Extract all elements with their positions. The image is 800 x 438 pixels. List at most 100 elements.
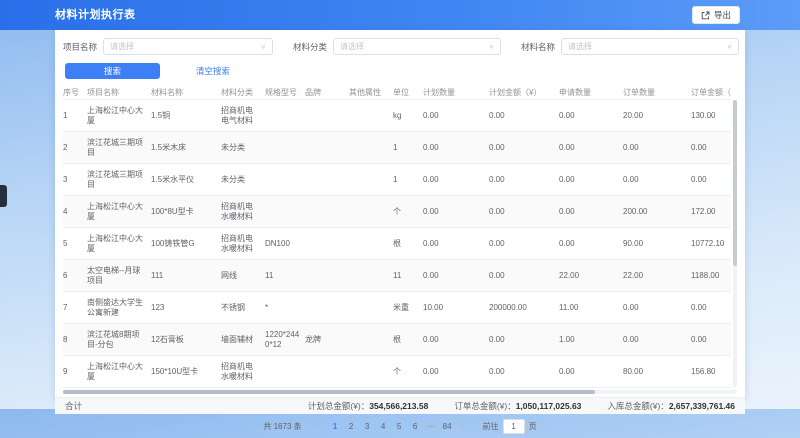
top-bar: 材料计划执行表 导出 xyxy=(0,0,800,30)
table-cell: 上海松江中心大厦 xyxy=(87,356,151,388)
table-cell: 22.00 xyxy=(623,260,691,292)
table-row[interactable]: 5上海松江中心大厦100铸铁管G招商机电 水暖材料DN100根0.000.000… xyxy=(63,228,731,260)
material-plan-table: 序号项目名称材料名称材料分类规格型号品牌其他属性单位计划数量计划金额（¥）申请数… xyxy=(63,85,731,388)
horizontal-scrollbar-thumb[interactable] xyxy=(63,390,595,394)
table-cell: 200.00 xyxy=(623,196,691,228)
table-cell: 111 xyxy=(151,260,221,292)
column-header: 材料分类 xyxy=(221,85,265,100)
table-cell xyxy=(265,196,305,228)
page-ellipsis: ••• xyxy=(425,422,438,431)
column-header: 材料名称 xyxy=(151,85,221,100)
table-cell: 1.5铜 xyxy=(151,100,221,132)
table-cell: 0.00 xyxy=(489,164,559,196)
table-cell xyxy=(349,260,393,292)
table-cell: 0.00 xyxy=(691,324,731,356)
table-cell: 0.00 xyxy=(489,100,559,132)
table-cell: 0.00 xyxy=(559,196,623,228)
table-cell xyxy=(305,100,349,132)
material-name-select[interactable]: 请选择 ∨ xyxy=(561,38,739,55)
summary-row: 合计 计划总金额(¥)：354,566,213.58 订单总金额(¥)：1,050… xyxy=(55,397,745,414)
table-row[interactable]: 8滨江花城8期项目-分包12石膏板墙面辅材1220*2440*12龙牌根0.00… xyxy=(63,324,731,356)
table-cell: 1188.00 xyxy=(691,260,731,292)
page-button[interactable]: 84 xyxy=(441,422,454,431)
page-button[interactable]: 3 xyxy=(361,422,374,431)
table-cell: 0.00 xyxy=(691,132,731,164)
page-button[interactable]: 5 xyxy=(393,422,406,431)
table-header-row: 序号项目名称材料名称材料分类规格型号品牌其他属性单位计划数量计划金额（¥）申请数… xyxy=(63,85,731,100)
table-cell: 个 xyxy=(393,196,423,228)
table-cell: 滨江花城三期项目 xyxy=(87,164,151,196)
table-cell xyxy=(265,356,305,388)
table-cell: 100铸铁管G xyxy=(151,228,221,260)
summary-label: 合计 xyxy=(65,400,82,412)
table-cell: 0.00 xyxy=(559,100,623,132)
table-cell: 123 xyxy=(151,292,221,324)
table-row[interactable]: 7南侧盛达大学生公寓新建123不锈钢*米重10.00200000.0011.00… xyxy=(63,292,731,324)
prev-page-button[interactable]: ‹ xyxy=(313,421,326,431)
filter-material: 材料名称 请选择 ∨ xyxy=(521,38,739,55)
goto-page: 前往 页 xyxy=(483,419,537,434)
export-icon xyxy=(701,11,710,20)
table-cell: kg xyxy=(393,100,423,132)
table-cell: 上海松江中心大厦 xyxy=(87,196,151,228)
table-cell: 滨江花城8期项目-分包 xyxy=(87,324,151,356)
table-cell: 0.00 xyxy=(559,164,623,196)
column-header: 项目名称 xyxy=(87,85,151,100)
page-button[interactable]: 4 xyxy=(377,422,390,431)
horizontal-scrollbar-track xyxy=(63,390,737,394)
table-cell: 150*10U型卡 xyxy=(151,356,221,388)
table-row[interactable]: 6太空电梯--月球项目111网线11110.000.0022.0022.0011… xyxy=(63,260,731,292)
material-name-label: 材料名称 xyxy=(521,41,555,53)
table-cell: 0.00 xyxy=(559,132,623,164)
chevron-down-icon: ∨ xyxy=(261,43,266,49)
table-cell xyxy=(349,228,393,260)
table-cell: * xyxy=(265,292,305,324)
table-cell: 11 xyxy=(393,260,423,292)
table-cell: 22.00 xyxy=(559,260,623,292)
column-header: 序号 xyxy=(63,85,87,100)
summary-item: 计划总金额(¥)：354,566,213.58 xyxy=(308,400,428,412)
table-row[interactable]: 4上海松江中心大厦100*8U型卡招商机电 水暖材料个0.000.000.002… xyxy=(63,196,731,228)
table-cell: 1220*2440*12 xyxy=(265,324,305,356)
next-page-button[interactable]: › xyxy=(457,421,470,431)
material-category-select[interactable]: 请选择 ∨ xyxy=(333,38,501,55)
table-cell: 上海松江中心大厦 xyxy=(87,228,151,260)
column-header: 申请数量 xyxy=(559,85,623,100)
goto-label: 前往 xyxy=(483,421,499,432)
table-cell xyxy=(349,100,393,132)
drawer-handle[interactable] xyxy=(0,185,7,207)
vertical-scrollbar-thumb[interactable] xyxy=(733,100,737,266)
table-cell: 1 xyxy=(63,100,87,132)
table-cell: 200000.00 xyxy=(489,292,559,324)
column-header: 计划数量 xyxy=(423,85,489,100)
table-cell xyxy=(349,356,393,388)
table-cell: 0.00 xyxy=(691,292,731,324)
clear-search-button[interactable]: 清空搜索 xyxy=(190,64,236,78)
project-name-select[interactable]: 请选择 ∨ xyxy=(103,38,273,55)
table-cell: 0.00 xyxy=(489,324,559,356)
table-cell xyxy=(265,164,305,196)
table-cell: 80.00 xyxy=(623,356,691,388)
table-row[interactable]: 2滨江花城三期项目1.5米木床未分类10.000.000.000.000.00 xyxy=(63,132,731,164)
column-header: 计划金额（¥） xyxy=(489,85,559,100)
page-title: 材料计划执行表 xyxy=(55,0,136,30)
table-row[interactable]: 1上海松江中心大厦1.5铜招商机电 电气材料kg0.000.000.0020.0… xyxy=(63,100,731,132)
goto-page-input[interactable] xyxy=(503,419,525,434)
table-row[interactable]: 3滨江花城三期项目1.5米水平仪未分类10.000.000.000.000.00 xyxy=(63,164,731,196)
page-button[interactable]: 2 xyxy=(345,422,358,431)
table-cell: 1.00 xyxy=(559,324,623,356)
table-cell: 0.00 xyxy=(423,164,489,196)
summary-items: 计划总金额(¥)：354,566,213.58 订单总金额(¥)：1,050,11… xyxy=(308,400,735,412)
page-button[interactable]: 1 xyxy=(329,422,342,431)
table-cell: 0.00 xyxy=(423,100,489,132)
table-cell xyxy=(305,164,349,196)
search-button[interactable]: 搜索 xyxy=(65,63,160,79)
table-cell: 7 xyxy=(63,292,87,324)
export-button[interactable]: 导出 xyxy=(692,6,740,24)
table-cell: 不锈钢 xyxy=(221,292,265,324)
summary-item: 订单总金额(¥)：1,050,117,025.63 xyxy=(454,400,581,412)
table-cell: 0.00 xyxy=(623,324,691,356)
page-button[interactable]: 6 xyxy=(409,422,422,431)
table-cell: 未分类 xyxy=(221,164,265,196)
table-row[interactable]: 9上海松江中心大厦150*10U型卡招商机电 水暖材料个0.000.000.00… xyxy=(63,356,731,388)
